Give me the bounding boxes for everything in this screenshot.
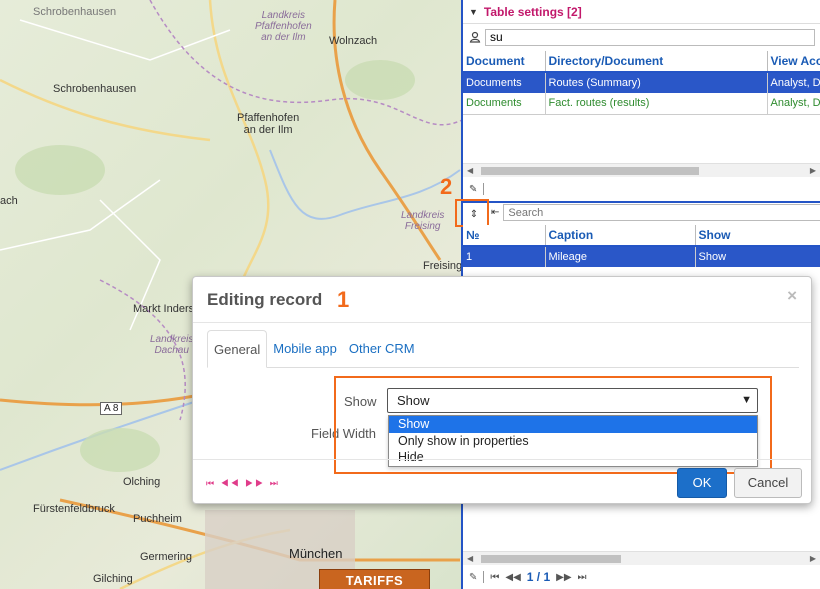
cancel-button[interactable]: Cancel — [734, 468, 802, 498]
fields-search-row: ⇤ — [491, 204, 820, 221]
dialog-header: Editing record 1 × — [193, 277, 811, 323]
map-district-pfaffenhofen: Landkreis Pfaffenhofen an der Ilm — [255, 10, 312, 43]
dialog-footer: ⏮ ◀◀ ▶▶ ⏭ OK Cancel — [193, 459, 811, 504]
table-cell: Fact. routes (results) — [545, 93, 768, 115]
map-town-fuerstenfeldbruck: Fürstenfeldbruck — [33, 503, 115, 515]
table-row[interactable]: 1 Mileage Show — [463, 246, 820, 267]
map-road-shield: A 8 — [100, 402, 123, 415]
fields-hscrollbar[interactable]: ◀ ▶ — [463, 551, 820, 565]
map-town-schrobenhausen: Schrobenhausen — [53, 83, 137, 95]
map-district-freising: Landkreis Freising — [401, 210, 445, 232]
map-town-markt-indersdorf: Markt Inders — [133, 303, 195, 315]
ok-button[interactable]: OK — [677, 468, 727, 498]
scroll-left-icon[interactable]: ◀ — [467, 554, 473, 563]
tariffs-button[interactable]: TARIFFS — [319, 569, 430, 589]
table-cell: Analyst, D — [767, 93, 820, 115]
table-row[interactable]: Documents Routes (Summary) Analyst, D — [463, 72, 820, 93]
triangle-down-icon[interactable]: ▼ — [469, 7, 478, 17]
fields-pager: ✎ ⏮ ◀◀ 1 / 1 ▶▶ ⏭ — [469, 570, 587, 584]
table-settings-title: Table settings [2] — [483, 4, 582, 19]
fields-header-row: № Caption Show — [463, 225, 820, 247]
filter-row — [463, 27, 820, 47]
column-header-show[interactable]: Show — [695, 225, 820, 247]
map-city-munich: München — [289, 546, 343, 561]
map-town-ach: ach — [0, 195, 18, 207]
map-town-wolnzach: Wolnzach — [329, 35, 378, 47]
scroll-right-icon[interactable]: ▶ — [810, 554, 816, 563]
column-header-caption[interactable]: Caption — [545, 225, 696, 247]
pager-count: 1 / 1 — [526, 570, 551, 584]
map-town-germering: Germering — [140, 551, 192, 563]
map-district-dachau: Landkreis Dachau — [150, 334, 194, 356]
panel-divider — [463, 201, 820, 203]
column-header-document[interactable]: Document — [463, 51, 546, 73]
edit-pencil-icon[interactable]: ✎ — [469, 572, 477, 583]
pager-first-icon[interactable]: ⏮ — [490, 572, 499, 583]
map-town-pfaffenhofen: Pfaffenhofen an der Ilm — [237, 112, 300, 136]
annotation-box-2 — [455, 199, 489, 227]
column-header-number[interactable]: № — [463, 225, 546, 247]
editing-record-dialog: Editing record 1 × General Mobile app Ot… — [192, 276, 812, 504]
tab-mobile-app[interactable]: Mobile app — [267, 330, 343, 368]
tab-other-crm[interactable]: Other CRM — [343, 330, 421, 368]
record-nav-arrows[interactable]: ⏮ ◀◀ ▶▶ ⏭ — [206, 478, 280, 489]
fields-grid: № Caption Show 1 Mileage Show — [463, 225, 820, 267]
table-row[interactable]: Documents Fact. routes (results) Analyst… — [463, 93, 820, 115]
table-cell: Documents — [463, 93, 546, 115]
pager-last-icon[interactable]: ⏭ — [578, 572, 587, 583]
annotation-label-2: 2 — [440, 174, 453, 199]
pager-next-icon[interactable]: ▶▶ — [556, 572, 571, 583]
annotation-label-1: 1 — [337, 287, 350, 312]
pager-prev-icon[interactable]: ◀◀ — [505, 572, 520, 583]
table-cell: Show — [695, 246, 820, 267]
close-icon[interactable]: × — [787, 286, 797, 306]
dialog-tabs: General Mobile app Other CRM — [207, 330, 799, 368]
edit-pencil-icon[interactable]: ✎ — [469, 184, 477, 195]
table-settings-filter-input[interactable] — [485, 28, 815, 46]
column-header-directory[interactable]: Directory/Document — [545, 51, 768, 73]
table-cell: Analyst, D — [767, 72, 820, 93]
scroll-thumb[interactable] — [481, 555, 621, 563]
user-filter-icon[interactable] — [469, 31, 481, 43]
table-settings-toolbar: ✎ — [463, 180, 485, 198]
dialog-title: Editing record — [207, 290, 323, 309]
toolbar-separator — [483, 571, 485, 583]
column-header-view-access[interactable]: View Acc — [767, 51, 820, 73]
map-town-schrobenhausen-top: Schrobenhausen — [33, 6, 117, 18]
table-settings-header[interactable]: ▼ Table settings [2] — [463, 0, 820, 24]
map-town-olching: Olching — [123, 476, 161, 488]
map-town-puchheim: Puchheim — [133, 513, 182, 525]
table-cell: Mileage — [545, 246, 696, 267]
map-town-freising: Freising — [423, 260, 462, 272]
table-cell: 1 — [463, 246, 546, 267]
scroll-left-icon[interactable]: ◀ — [467, 166, 473, 175]
toolbar-separator — [483, 183, 485, 195]
table-cell: Documents — [463, 72, 546, 93]
scroll-right-icon[interactable]: ▶ — [810, 166, 816, 175]
map-town-gilching: Gilching — [93, 573, 133, 585]
table-cell: Routes (Summary) — [545, 72, 768, 93]
table-settings-hscrollbar[interactable]: ◀ ▶ — [463, 163, 820, 177]
tab-general[interactable]: General — [207, 330, 268, 368]
scroll-thumb[interactable] — [481, 167, 699, 175]
first-page-icon[interactable]: ⇤ — [491, 207, 499, 218]
table-settings-grid: Document Directory/Document View Acc Doc… — [463, 51, 820, 115]
table-settings-header-row: Document Directory/Document View Acc — [463, 51, 820, 73]
fields-search-input[interactable] — [503, 204, 820, 221]
